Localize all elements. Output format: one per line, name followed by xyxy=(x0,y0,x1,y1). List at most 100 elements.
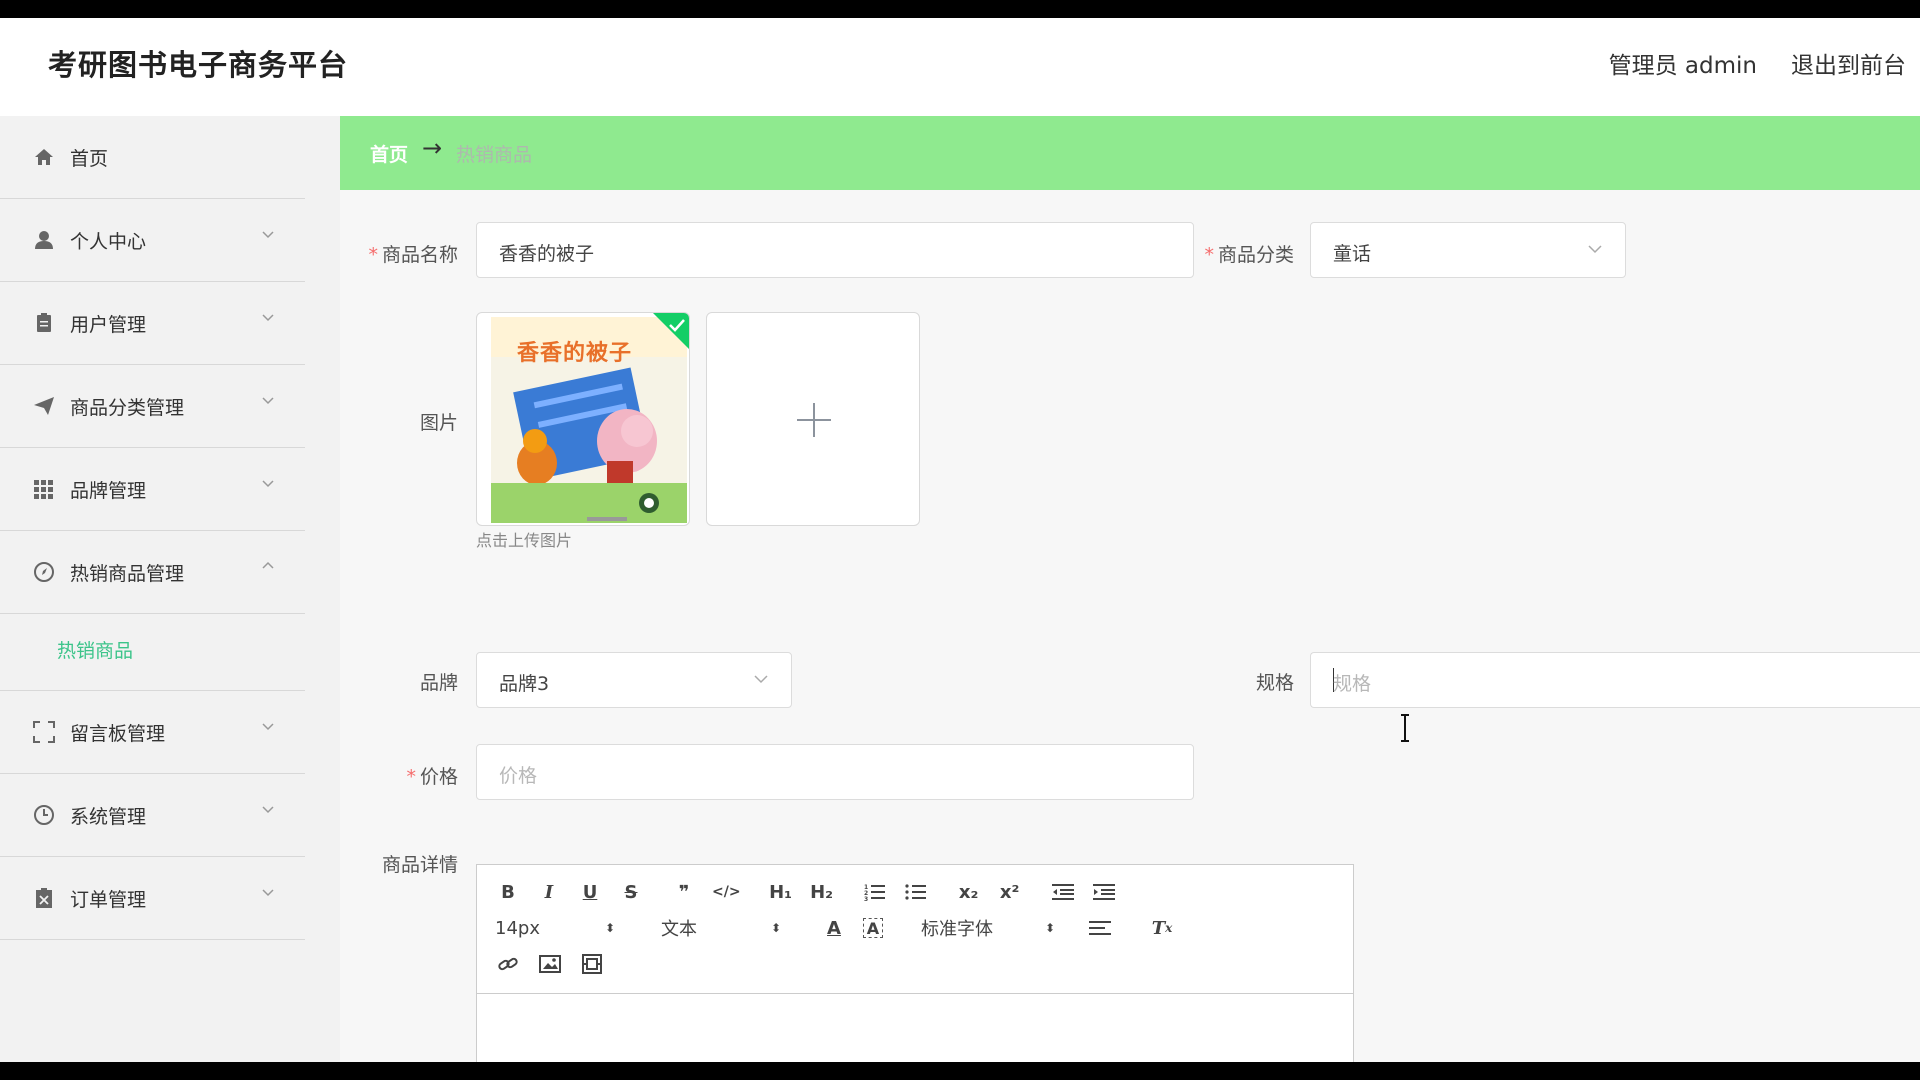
main-content: 首页 → 热销商品 * 商品名称 香香的被子 * 商品分类 童话 图片 香香的被… xyxy=(340,116,1920,1062)
exit-to-frontend-link[interactable]: 退出到前台 xyxy=(1791,46,1906,80)
subscript-button[interactable]: x₂ xyxy=(956,879,982,905)
user-icon xyxy=(33,229,55,251)
sidebar-item-brand-management[interactable]: 品牌管理 xyxy=(0,448,305,531)
font-family-value: 标准字体 xyxy=(921,919,993,940)
sidebar-item-message-board[interactable]: 留言板管理 xyxy=(0,691,305,774)
compass-icon xyxy=(33,561,55,583)
italic-button[interactable]: I xyxy=(536,879,562,905)
chevron-down-icon xyxy=(262,397,274,405)
product-name-input[interactable]: 香香的被子 xyxy=(476,222,1194,278)
heading-1-button[interactable]: H₁ xyxy=(768,879,794,905)
sidebar-item-hot-products-management[interactable]: 热销商品管理 xyxy=(0,531,305,614)
link-icon[interactable] xyxy=(495,951,521,977)
clipboard-icon xyxy=(33,312,55,334)
superscript-button[interactable]: x² xyxy=(997,879,1023,905)
paper-plane-icon xyxy=(33,395,55,417)
svg-text:3: 3 xyxy=(864,896,868,902)
breadcrumb-current: 热销商品 xyxy=(456,144,533,166)
rich-text-editor: B I U S ❞ </> H₁ H₂ 123 x₂ x² 14px ⬍ 文本 … xyxy=(476,864,1354,1062)
sidebar-item-system-management[interactable]: 系统管理 xyxy=(0,774,305,857)
uploaded-image-card[interactable]: 香香的被子 xyxy=(476,312,690,526)
sidebar-item-order-management[interactable]: 订单管理 xyxy=(0,857,305,940)
product-name-value: 香香的被子 xyxy=(499,243,595,265)
sidebar-item-label: 系统管理 xyxy=(70,805,147,828)
app-title: 考研图书电子商务平台 xyxy=(48,48,349,82)
sidebar-item-user-management[interactable]: 用户管理 xyxy=(0,282,305,365)
product-category-select[interactable]: 童话 xyxy=(1310,222,1626,278)
book-cover-title: 香香的被子 xyxy=(517,341,633,366)
align-icon[interactable] xyxy=(1087,915,1113,941)
product-category-label: * 商品分类 xyxy=(1204,244,1294,266)
chevron-up-icon xyxy=(262,561,274,569)
sidebar-item-label: 个人中心 xyxy=(70,230,147,253)
font-size-select[interactable]: 14px ⬍ xyxy=(495,915,615,941)
outdent-icon[interactable] xyxy=(1050,879,1076,905)
sidebar-item-label: 热销商品管理 xyxy=(70,562,185,585)
spec-label: 规格 xyxy=(1255,672,1294,694)
expand-icon xyxy=(33,721,55,743)
font-color-icon[interactable]: A xyxy=(821,915,847,941)
bullet-list-icon[interactable] xyxy=(903,879,929,905)
code-block-button[interactable]: </> xyxy=(712,879,741,905)
video-icon[interactable] xyxy=(579,951,605,977)
chevron-down-icon xyxy=(262,231,274,239)
sort-arrows-icon: ⬍ xyxy=(604,921,615,935)
breadcrumb: 首页 → 热销商品 xyxy=(340,116,1920,190)
chevron-down-icon xyxy=(262,480,274,488)
text-format-select[interactable]: 文本 ⬍ xyxy=(661,915,781,941)
admin-label[interactable]: 管理员 admin xyxy=(1609,46,1757,80)
plus-icon xyxy=(797,403,831,437)
chevron-down-icon xyxy=(262,889,274,897)
sort-arrows-icon: ⬍ xyxy=(1044,921,1055,935)
upload-add-card[interactable] xyxy=(706,312,920,526)
detail-label: 商品详情 xyxy=(381,854,458,876)
brand-select[interactable]: 品牌3 xyxy=(476,652,792,708)
image-label: 图片 xyxy=(419,412,458,434)
home-icon xyxy=(33,146,55,168)
sidebar-item-label: 留言板管理 xyxy=(70,722,166,745)
breadcrumb-home-link[interactable]: 首页 xyxy=(370,140,408,167)
price-input[interactable]: 价格 xyxy=(476,744,1194,800)
app-window: 考研图书电子商务平台 管理员 admin 退出到前台 首页 个人中心 用户管理 xyxy=(0,18,1920,1062)
grid-icon xyxy=(33,478,55,500)
background-color-icon[interactable]: A xyxy=(863,918,883,938)
sidebar-item-home[interactable]: 首页 xyxy=(0,116,305,199)
sidebar-item-label: 订单管理 xyxy=(70,888,147,911)
sidebar-subitem-hot-products[interactable]: 热销商品 xyxy=(0,614,305,691)
bold-button[interactable]: B xyxy=(495,879,521,905)
spec-input[interactable]: 规格 xyxy=(1310,652,1920,708)
sidebar-item-category-management[interactable]: 商品分类管理 xyxy=(0,365,305,448)
editor-toolbar-row-2: 14px ⬍ 文本 ⬍ A A 标准字体 ⬍ Tx xyxy=(495,915,1175,941)
heading-2-button[interactable]: H₂ xyxy=(809,879,835,905)
chevron-down-icon xyxy=(262,723,274,731)
strikethrough-button[interactable]: S xyxy=(618,879,644,905)
sort-arrows-icon: ⬍ xyxy=(770,921,781,935)
chevron-down-icon xyxy=(262,806,274,814)
spec-placeholder: 规格 xyxy=(1333,673,1372,695)
sidebar-subitem-label: 热销商品 xyxy=(57,640,134,662)
header-actions: 管理员 admin 退出到前台 xyxy=(1609,46,1906,80)
chevron-down-icon xyxy=(754,675,768,684)
sidebar-item-label: 首页 xyxy=(70,147,109,170)
underline-button[interactable]: U xyxy=(577,879,603,905)
text-format-value: 文本 xyxy=(661,919,697,940)
price-placeholder: 价格 xyxy=(499,765,538,787)
text-cursor-icon xyxy=(1401,714,1409,742)
sidebar: 首页 个人中心 用户管理 商品分类管理 品牌管理 热销商品管理 热销商品 留言板… xyxy=(0,116,340,1062)
editor-toolbar-row-3 xyxy=(495,951,605,977)
product-category-value: 童话 xyxy=(1333,243,1372,265)
breadcrumb-separator: → xyxy=(422,134,443,162)
sidebar-item-personal-center[interactable]: 个人中心 xyxy=(0,199,305,282)
clear-format-icon[interactable]: Tx xyxy=(1149,915,1175,941)
font-size-value: 14px xyxy=(495,917,540,939)
chevron-down-icon xyxy=(262,314,274,322)
image-icon[interactable] xyxy=(537,951,563,977)
product-name-label: * 商品名称 xyxy=(368,244,458,266)
indent-icon[interactable] xyxy=(1091,879,1117,905)
editor-content-area[interactable] xyxy=(477,993,1353,1062)
brand-label: 品牌 xyxy=(419,672,458,694)
price-label: * 价格 xyxy=(406,766,458,788)
font-family-select[interactable]: 标准字体 ⬍ xyxy=(921,915,1055,941)
ordered-list-icon[interactable]: 123 xyxy=(862,879,888,905)
blockquote-button[interactable]: ❞ xyxy=(671,879,697,905)
